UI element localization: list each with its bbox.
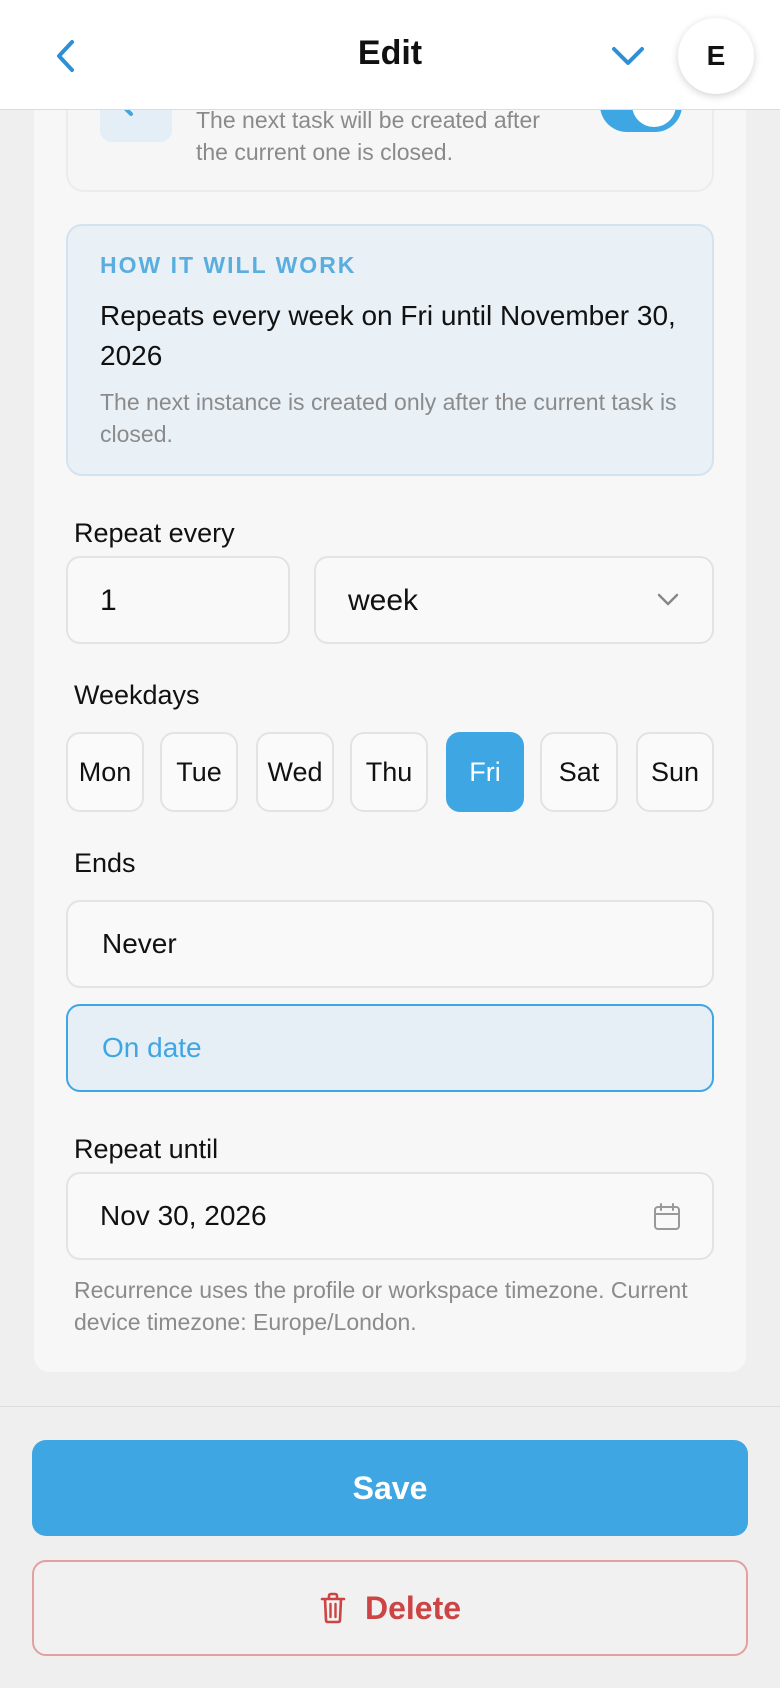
ends-never-label: Never bbox=[102, 928, 177, 959]
trash-icon bbox=[320, 1592, 346, 1624]
how-it-works-heading: HOW IT WILL WORK bbox=[100, 252, 357, 278]
weekday-wed[interactable]: Wed bbox=[256, 732, 334, 812]
unit-value: week bbox=[348, 584, 419, 617]
weekday-sun[interactable]: Sun bbox=[636, 732, 714, 812]
save-button[interactable]: Save bbox=[32, 1440, 748, 1536]
interval-input[interactable]: 1 bbox=[66, 556, 290, 644]
weekdays-label: Weekdays bbox=[74, 680, 200, 710]
ends-never-option[interactable]: Never bbox=[66, 900, 714, 988]
weekday-mon[interactable]: Mon bbox=[66, 732, 144, 812]
weekday-fri[interactable]: Fri bbox=[446, 732, 524, 812]
repeat-until-value: Nov 30, 2026 bbox=[100, 1200, 267, 1231]
avatar[interactable]: E bbox=[678, 18, 754, 94]
interval-value: 1 bbox=[100, 584, 117, 617]
ends-on-date-label: On date bbox=[102, 1032, 202, 1063]
after-close-description: The next task will be created after the … bbox=[196, 107, 540, 165]
chevron-down-icon bbox=[612, 47, 644, 65]
weekday-thu[interactable]: Thu bbox=[350, 732, 428, 812]
unit-select[interactable]: week bbox=[314, 556, 714, 644]
weekday-tue[interactable]: Tue bbox=[160, 732, 238, 812]
recurrence-note: The next instance is created only after … bbox=[100, 389, 677, 447]
repeat-every-label: Repeat every bbox=[74, 518, 235, 548]
repeat-until-label: Repeat until bbox=[74, 1134, 219, 1164]
chevron-down-icon bbox=[657, 593, 679, 606]
timezone-note: Recurrence uses the profile or workspace… bbox=[74, 1277, 688, 1335]
ends-label: Ends bbox=[74, 848, 136, 878]
repeat-until-date-field[interactable]: Nov 30, 2026 bbox=[66, 1172, 714, 1260]
recurrence-summary: Repeats every week on Fri until November… bbox=[100, 300, 676, 371]
delete-label: Delete bbox=[364, 1589, 462, 1626]
footer-divider bbox=[0, 1406, 780, 1407]
delete-button[interactable]: Delete bbox=[32, 1560, 748, 1656]
top-bar: Edit E bbox=[0, 0, 780, 110]
calendar-icon bbox=[654, 1203, 680, 1230]
weekday-sat[interactable]: Sat bbox=[540, 732, 618, 812]
page-title: Edit bbox=[357, 34, 423, 72]
collapse-button[interactable] bbox=[604, 36, 652, 76]
ends-on-date-option[interactable]: On date bbox=[66, 1004, 714, 1092]
